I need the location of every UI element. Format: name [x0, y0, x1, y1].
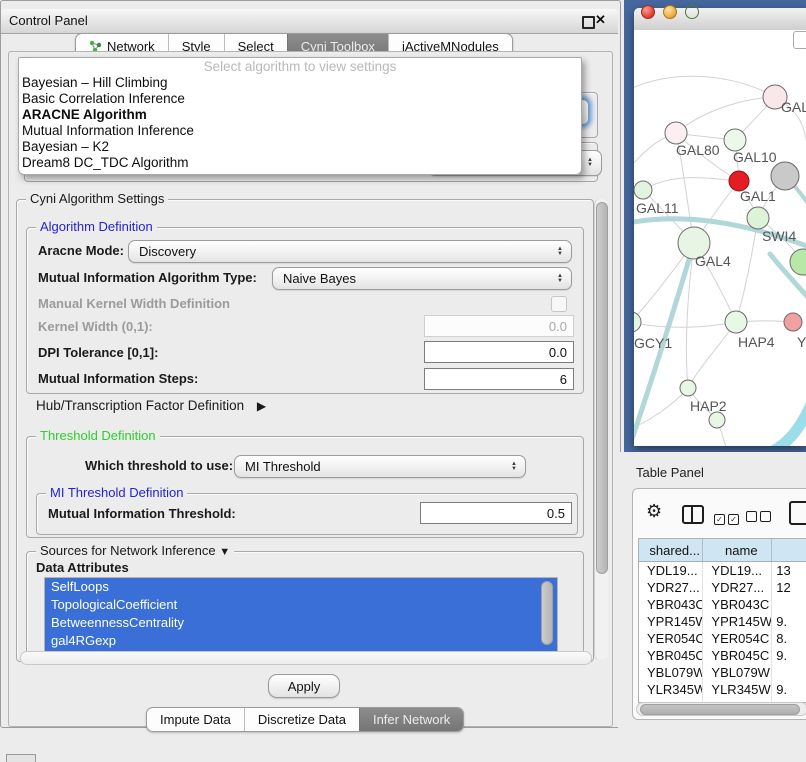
cyni-bottom-tabbar: Impute Data Discretize Data Infer Networ… [146, 707, 464, 732]
control-panel-title: Control Panel [9, 13, 88, 28]
network-window-titlebar[interactable] [634, 8, 806, 31]
scrollbar-thumb[interactable] [640, 704, 800, 715]
node-label: GAL80 [676, 142, 720, 158]
node-label: GAL4 [695, 253, 731, 269]
mi-algorithm-type-label: Mutual Information Algorithm Type: [38, 270, 257, 285]
table-row[interactable]: YDL19...YDL19...13 [639, 562, 806, 579]
dpi-tolerance-label: DPI Tolerance [0,1]: [38, 345, 158, 360]
combo-arrows-icon: ▲▼ [511, 462, 517, 472]
algorithm-dropdown-popup: Select algorithm to view settings Bayesi… [18, 57, 582, 175]
aracne-mode-label: Aracne Mode: [38, 243, 124, 258]
collapse-arrow-icon[interactable]: ▶ [257, 399, 266, 413]
node-label: GAL11 [636, 200, 679, 216]
table-header-row: shared... name [639, 539, 806, 562]
split-columns-icon[interactable] [682, 505, 704, 524]
network-canvas[interactable]: GAL GAL80 GAL10 GAL1 GAL11 SWI4 GAL4 GCY… [634, 30, 806, 446]
float-window-icon[interactable] [582, 16, 595, 29]
attribute-item[interactable]: gal4RGexp [45, 632, 557, 650]
kernel-width-field[interactable]: 0.0 [424, 315, 574, 337]
mi-steps-label: Mutual Information Steps: [38, 371, 198, 386]
which-threshold-combobox[interactable]: MI Threshold ▲▼ [234, 455, 526, 478]
control-panel-titlebar[interactable] [1, 9, 618, 34]
close-traffic-light-icon[interactable] [641, 5, 655, 19]
aracne-mode-combobox[interactable]: Discovery ▲▼ [128, 240, 572, 263]
canvas-scrollbar-button[interactable] [793, 31, 806, 49]
manual-kernel-width-checkbox[interactable] [551, 296, 567, 312]
node-label: GAL [781, 99, 806, 115]
kernel-width-label: Kernel Width (0,1): [38, 319, 153, 334]
mi-steps-field[interactable]: 6 [424, 368, 574, 390]
attribute-list-scrollbar-thumb[interactable] [541, 581, 553, 645]
deselect-all-columns-icon[interactable] [746, 509, 771, 527]
node-label: Y [797, 334, 806, 350]
column-header[interactable]: shared... [639, 539, 702, 561]
tab-impute-data[interactable]: Impute Data [147, 708, 244, 731]
node-label: GAL10 [733, 149, 777, 165]
settings-vertical-scrollbar[interactable] [594, 199, 608, 660]
table-row[interactable]: YBR045CYBR045C9. [639, 647, 806, 664]
table-row[interactable]: YBL079WYBL079W [639, 664, 806, 681]
algorithm-definition-title: Algorithm Definition [36, 219, 157, 234]
table-row[interactable]: YER054CYER054C8. [639, 630, 806, 647]
threshold-definition-title: Threshold Definition [36, 428, 160, 443]
settings-horizontal-scrollbar[interactable] [20, 651, 592, 665]
algorithm-option[interactable]: Bayesian – Hill Climbing [19, 75, 581, 91]
mi-threshold-definition-title: MI Threshold Definition [46, 485, 187, 500]
screen: Control Panel ✕ Network Style Select Cyn… [0, 0, 806, 762]
manual-kernel-width-label: Manual Kernel Width Definition [38, 296, 230, 311]
hub-transcription-section[interactable]: Hub/Transcription Factor Definition ▶ [36, 398, 266, 413]
data-attributes-label: Data Attributes [36, 560, 129, 575]
node-label: HAP2 [690, 398, 727, 414]
table-function-icon[interactable] [789, 501, 806, 525]
mi-algorithm-type-combobox[interactable]: Naive Bayes ▲▼ [272, 267, 572, 290]
minimize-traffic-light-icon[interactable] [663, 5, 677, 19]
node-label: GAL1 [740, 188, 776, 204]
node-label: HAP4 [738, 334, 775, 350]
column-header[interactable]: name [702, 539, 771, 561]
scrollbar-thumb[interactable] [596, 202, 608, 574]
expand-arrow-icon[interactable]: ▼ [219, 546, 230, 558]
table-row[interactable]: YLR345WYLR345W9. [639, 681, 806, 698]
data-attributes-list[interactable]: SelfLoops TopologicalCoefficient Between… [44, 577, 558, 653]
apply-button[interactable]: Apply [268, 674, 340, 698]
sources-title[interactable]: Sources for Network Inference ▼ [36, 543, 234, 558]
node-label: GCY1 [634, 335, 672, 351]
node-label: SWI4 [762, 228, 796, 244]
close-icon[interactable]: ✕ [595, 12, 606, 28]
combo-arrows-icon: ▲▼ [557, 247, 563, 257]
mi-threshold-label: Mutual Information Threshold: [48, 506, 236, 521]
algorithm-option[interactable]: Bayesian – K2 [19, 139, 581, 155]
table-row[interactable]: YDR27...YDR27...12 [639, 579, 806, 596]
attribute-item[interactable]: TopologicalCoefficient [45, 596, 557, 614]
column-header[interactable] [771, 539, 806, 561]
table-panel-title: Table Panel [636, 465, 704, 480]
algorithm-option-selected[interactable]: ARACNE Algorithm [19, 107, 581, 123]
dpi-tolerance-field[interactable]: 0.0 [424, 341, 574, 363]
zoom-traffic-light-icon[interactable] [685, 5, 699, 19]
table-horizontal-scrollbar[interactable] [636, 702, 806, 716]
dropdown-placeholder: Select algorithm to view settings [19, 58, 581, 75]
settings-group-title: Cyni Algorithm Settings [26, 191, 168, 206]
algorithm-option[interactable]: Dream8 DC_TDC Algorithm [19, 155, 581, 171]
which-threshold-label: Which threshold to use: [85, 458, 233, 473]
algorithm-option[interactable]: Basic Correlation Inference [19, 91, 581, 107]
table-row[interactable]: YBR043CYBR043C [639, 596, 806, 613]
tab-discretize-data[interactable]: Discretize Data [244, 708, 359, 731]
select-all-columns-icon[interactable]: ✓✓ [714, 509, 739, 527]
algorithm-option[interactable]: Mutual Information Inference [19, 123, 581, 139]
mi-threshold-field[interactable]: 0.5 [420, 502, 572, 524]
table-row[interactable]: YPR145WYPR145W9. [639, 613, 806, 630]
attribute-item[interactable]: SelfLoops [45, 578, 557, 596]
tab-infer-network[interactable]: Infer Network [359, 708, 463, 731]
attribute-item[interactable]: BetweennessCentrality [45, 614, 557, 632]
attribute-table[interactable]: shared... name YDL19...YDL19...13 YDR27.… [638, 538, 806, 703]
collapsed-panel-button[interactable] [6, 754, 36, 762]
combo-arrows-icon: ▲▼ [557, 274, 563, 284]
gear-icon[interactable]: ⚙ [646, 501, 662, 522]
